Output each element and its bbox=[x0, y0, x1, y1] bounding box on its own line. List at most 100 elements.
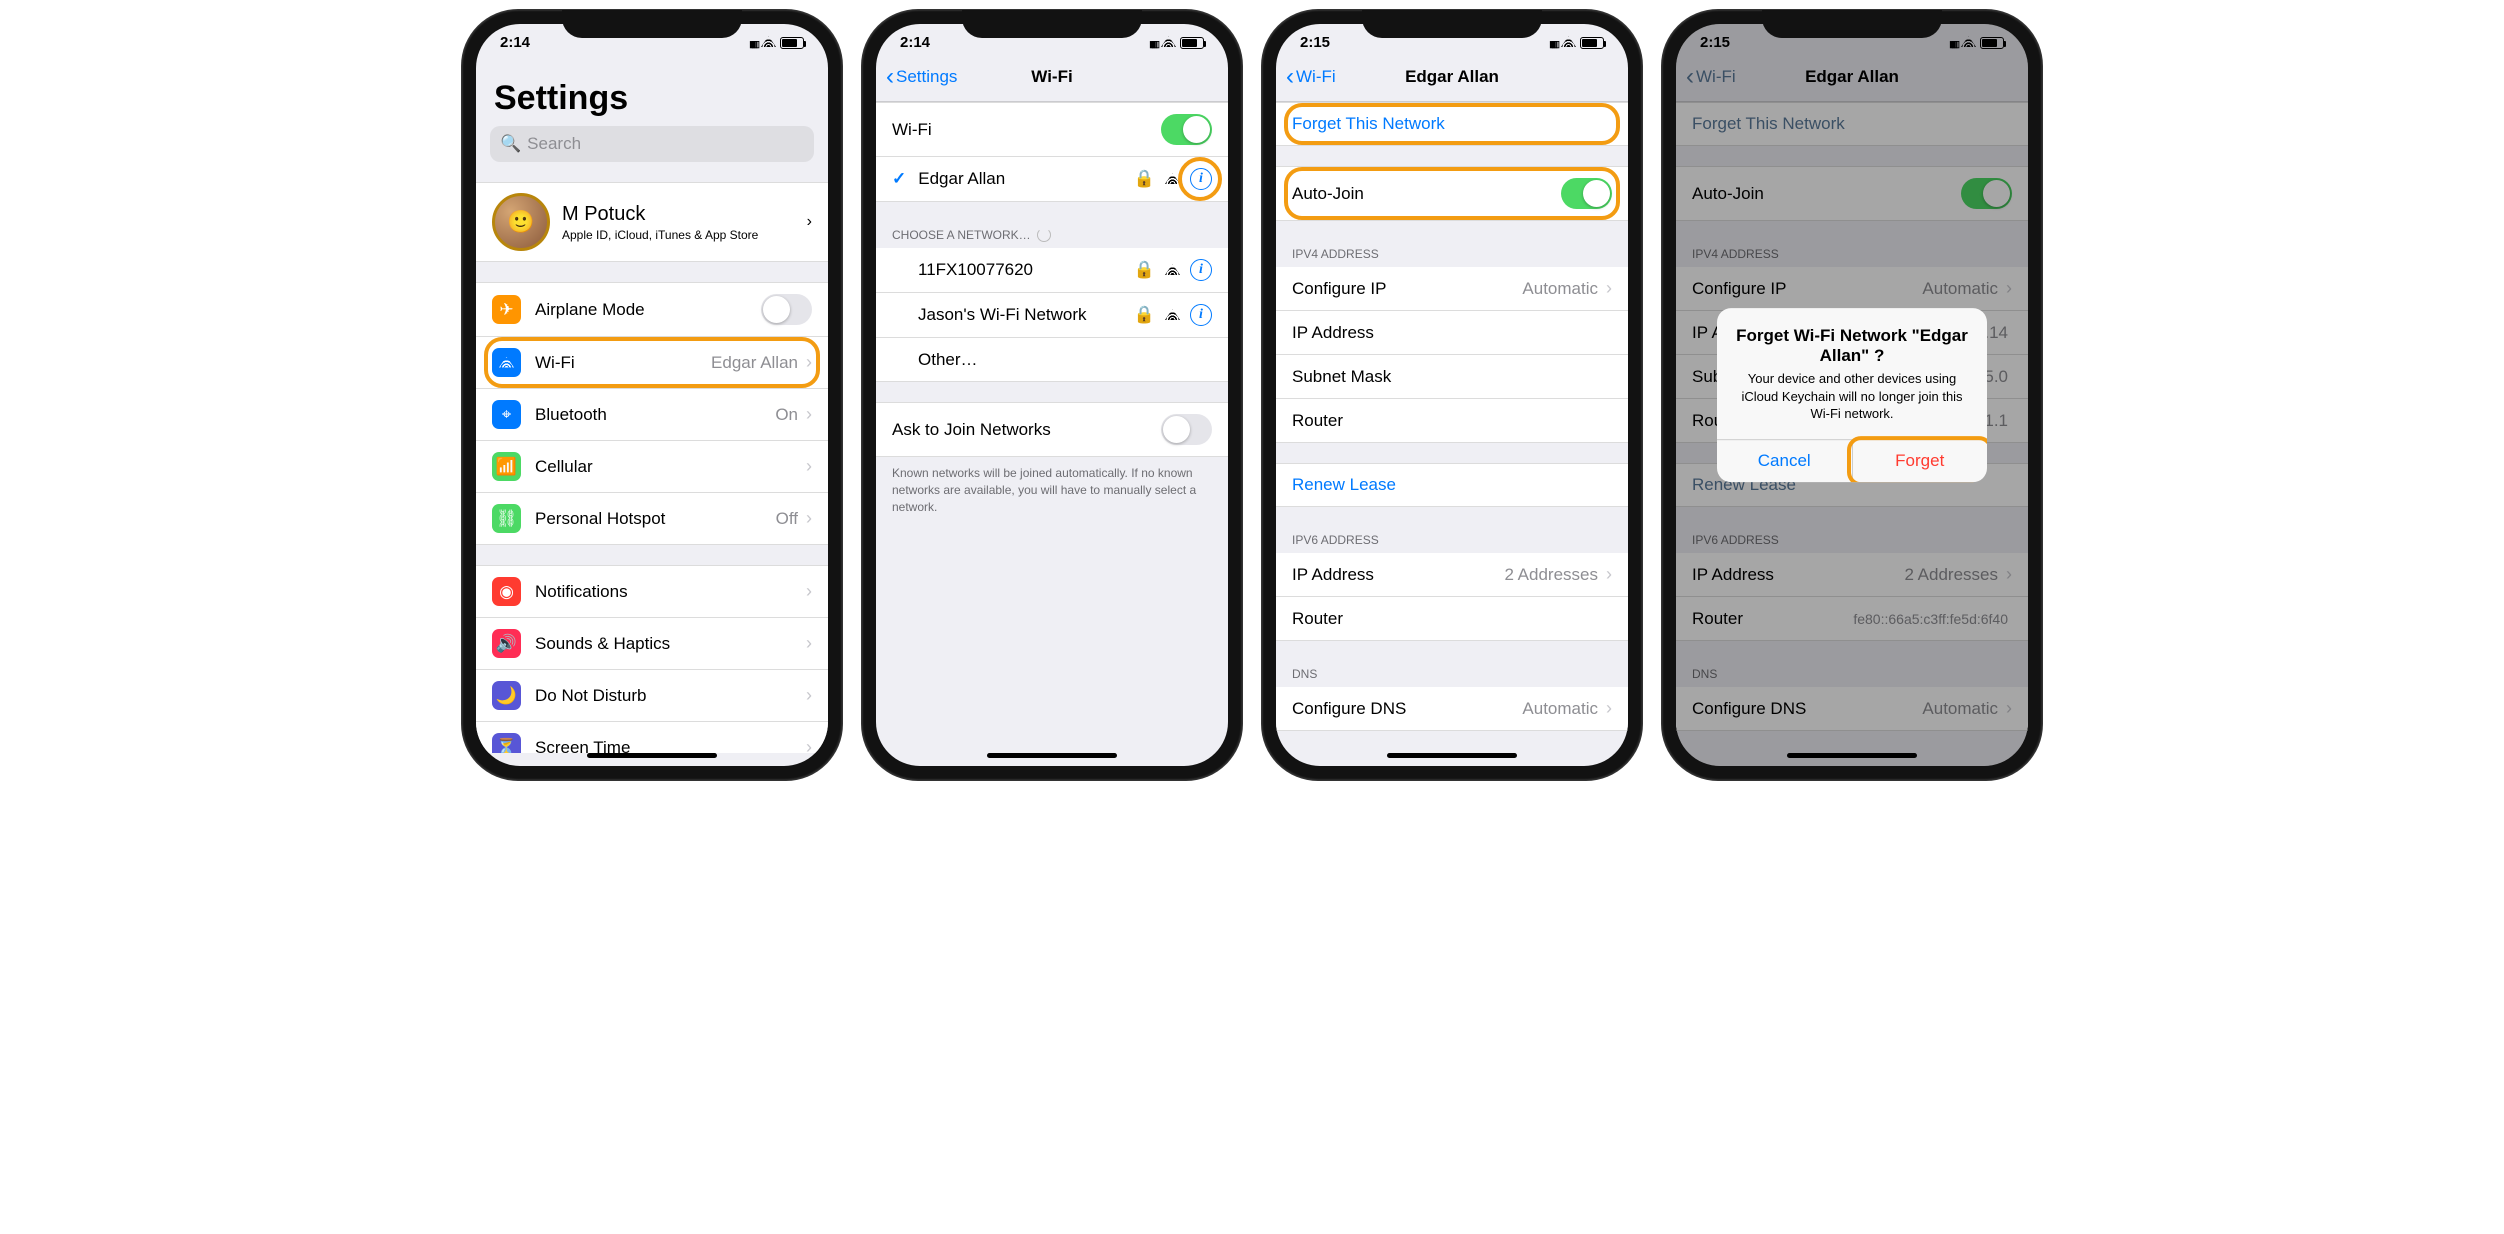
connected-network-cell[interactable]: ✓ Edgar Allan 🔒 i bbox=[876, 157, 1228, 202]
ip6-value: 2 Addresses bbox=[1504, 565, 1598, 585]
status-time: 2:14 bbox=[900, 34, 930, 51]
chevron-icon: › bbox=[807, 213, 812, 231]
notch bbox=[562, 10, 742, 38]
navbar: ‹Settings Wi-Fi bbox=[876, 55, 1228, 102]
content-3: ‹Wi-Fi Edgar Allan Forget This Network A… bbox=[1276, 55, 1628, 753]
cellular-icon: 📶 bbox=[492, 452, 521, 481]
status-time: 2:15 bbox=[1300, 34, 1330, 51]
dnd-cell[interactable]: 🌙 Do Not Disturb › bbox=[476, 670, 828, 722]
choose-network-header: CHOOSE A NETWORK… bbox=[876, 222, 1228, 248]
notif-label: Notifications bbox=[535, 582, 802, 602]
navbar: ‹Wi-Fi Edgar Allan bbox=[1276, 55, 1628, 102]
screen-4: 2:15 ‹Wi-Fi Edgar Allan Forget This Netw… bbox=[1676, 24, 2028, 766]
airplane-label: Airplane Mode bbox=[535, 300, 761, 320]
ask-toggle[interactable] bbox=[1161, 414, 1212, 445]
chevron-left-icon: ‹ bbox=[1286, 63, 1294, 91]
phone-frame-4: 2:15 ‹Wi-Fi Edgar Allan Forget This Netw… bbox=[1662, 10, 2042, 780]
notifications-cell[interactable]: ◉ Notifications › bbox=[476, 565, 828, 618]
chevron-icon: › bbox=[1606, 564, 1612, 585]
wifi-value: Edgar Allan bbox=[711, 353, 798, 373]
configip-value: Automatic bbox=[1522, 279, 1598, 299]
notch bbox=[962, 10, 1142, 38]
page-title: Settings bbox=[476, 55, 828, 126]
ask-footer: Known networks will be joined automatica… bbox=[876, 457, 1228, 523]
search-input[interactable]: 🔍 Search bbox=[490, 126, 814, 162]
home-indicator[interactable] bbox=[987, 753, 1117, 758]
battery-icon bbox=[1580, 37, 1604, 49]
chevron-icon: › bbox=[806, 685, 812, 706]
ask-label: Ask to Join Networks bbox=[892, 420, 1161, 440]
wifi-status-icon bbox=[1561, 34, 1576, 51]
configure-ip-cell[interactable]: Configure IP Automatic › bbox=[1276, 267, 1628, 311]
wifi-icon bbox=[492, 348, 521, 377]
cellular-cell[interactable]: 📶 Cellular › bbox=[476, 441, 828, 493]
signal-icon bbox=[749, 34, 757, 51]
airplane-mode-cell[interactable]: ✈ Airplane Mode bbox=[476, 282, 828, 337]
wifi-signal-icon bbox=[1165, 260, 1180, 280]
router-cell: Router bbox=[1276, 399, 1628, 443]
home-indicator[interactable] bbox=[1387, 753, 1517, 758]
search-icon: 🔍 bbox=[500, 134, 521, 154]
screen-3: 2:15 ‹Wi-Fi Edgar Allan Forget This Netw… bbox=[1276, 24, 1628, 766]
chevron-icon: › bbox=[806, 581, 812, 602]
hotspot-cell[interactable]: ⛓ Personal Hotspot Off › bbox=[476, 493, 828, 545]
screen-1: 2:14 Settings 🔍 Search 🙂 M Potuck bbox=[476, 24, 828, 766]
screentime-cell[interactable]: ⏳ Screen Time › bbox=[476, 722, 828, 753]
home-indicator[interactable] bbox=[1787, 753, 1917, 758]
apple-id-cell[interactable]: 🙂 M Potuck Apple ID, iCloud, iTunes & Ap… bbox=[476, 182, 828, 262]
chevron-left-icon: ‹ bbox=[886, 63, 894, 91]
connected-network-label: Edgar Allan bbox=[918, 169, 1126, 189]
chevron-icon: › bbox=[806, 456, 812, 477]
auto-join-cell[interactable]: Auto-Join bbox=[1276, 166, 1628, 221]
info-button[interactable]: i bbox=[1190, 259, 1212, 281]
back-button[interactable]: ‹Wi-Fi bbox=[1286, 63, 1336, 91]
sounds-icon: 🔊 bbox=[492, 629, 521, 658]
checkmark-icon: ✓ bbox=[892, 169, 906, 189]
wifi-label: Wi-Fi bbox=[535, 353, 711, 373]
alert-title: Forget Wi-Fi Network "Edgar Allan" ? bbox=[1733, 326, 1971, 366]
content-2: ‹Settings Wi-Fi Wi-Fi ✓ Edgar Allan 🔒 bbox=[876, 55, 1228, 753]
profile-name: M Potuck bbox=[562, 203, 807, 226]
alert-cancel-button[interactable]: Cancel bbox=[1717, 440, 1852, 482]
home-indicator[interactable] bbox=[587, 753, 717, 758]
wifi-toggle-label: Wi-Fi bbox=[892, 120, 1161, 140]
configdns-value: Automatic bbox=[1522, 699, 1598, 719]
renew-lease-cell[interactable]: Renew Lease bbox=[1276, 463, 1628, 507]
airplane-toggle[interactable] bbox=[761, 294, 812, 325]
ipv6-address-cell[interactable]: IP Address 2 Addresses › bbox=[1276, 553, 1628, 597]
cellular-label: Cellular bbox=[535, 457, 802, 477]
ipv4-header: IPV4 ADDRESS bbox=[1276, 241, 1628, 267]
screen-2: 2:14 ‹Settings Wi-Fi Wi-Fi ✓ Edgar Allan bbox=[876, 24, 1228, 766]
chevron-icon: › bbox=[1606, 278, 1612, 299]
info-button[interactable]: i bbox=[1190, 304, 1212, 326]
sounds-label: Sounds & Haptics bbox=[535, 634, 802, 654]
forget-alert: Forget Wi-Fi Network "Edgar Allan" ? You… bbox=[1717, 308, 1987, 482]
status-time: 2:14 bbox=[500, 34, 530, 51]
chevron-icon: › bbox=[806, 352, 812, 373]
wifi-toggle[interactable] bbox=[1161, 114, 1212, 145]
bt-value: On bbox=[775, 405, 798, 425]
alert-forget-button[interactable]: Forget bbox=[1852, 440, 1988, 482]
sounds-cell[interactable]: 🔊 Sounds & Haptics › bbox=[476, 618, 828, 670]
autojoin-toggle[interactable] bbox=[1561, 178, 1612, 209]
network-row-2[interactable]: Jason's Wi-Fi Network 🔒i bbox=[876, 293, 1228, 338]
wifi-signal-icon bbox=[1165, 169, 1180, 189]
profile-sub: Apple ID, iCloud, iTunes & App Store bbox=[562, 228, 807, 242]
back-label: Wi-Fi bbox=[1296, 67, 1336, 87]
bluetooth-cell[interactable]: ⌖ Bluetooth On › bbox=[476, 389, 828, 441]
ask-to-join-cell[interactable]: Ask to Join Networks bbox=[876, 402, 1228, 457]
network-label: Jason's Wi-Fi Network bbox=[892, 305, 1126, 325]
signal-icon bbox=[1549, 34, 1557, 51]
network-row-1[interactable]: 11FX10077620 🔒i bbox=[876, 248, 1228, 293]
wifi-cell[interactable]: Wi-Fi Edgar Allan › bbox=[476, 337, 828, 389]
wifi-toggle-cell[interactable]: Wi-Fi bbox=[876, 102, 1228, 157]
autojoin-label: Auto-Join bbox=[1292, 184, 1561, 204]
wifi-signal-icon bbox=[1165, 305, 1180, 325]
back-button[interactable]: ‹Settings bbox=[886, 63, 957, 91]
info-button[interactable]: i bbox=[1190, 168, 1212, 190]
forget-network-cell[interactable]: Forget This Network bbox=[1276, 102, 1628, 146]
wifi-status-icon bbox=[761, 34, 776, 51]
notch bbox=[1362, 10, 1542, 38]
other-network-cell[interactable]: Other… bbox=[876, 338, 1228, 382]
configure-dns-cell[interactable]: Configure DNS Automatic › bbox=[1276, 687, 1628, 731]
